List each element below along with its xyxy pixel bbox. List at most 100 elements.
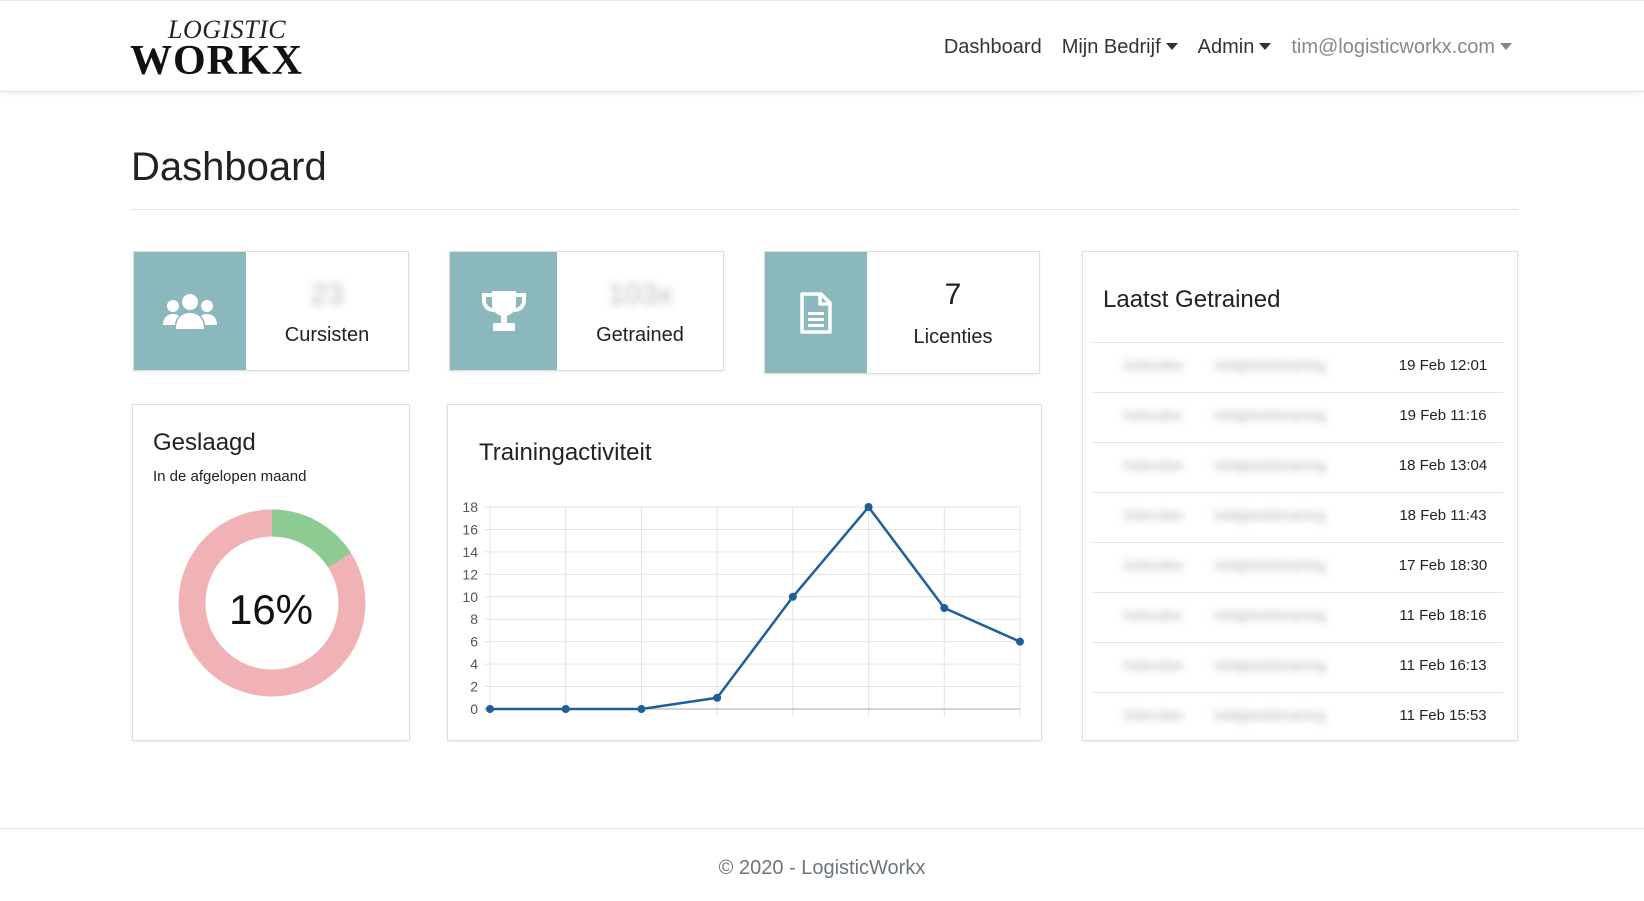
y-tick-label: 8 xyxy=(470,611,478,627)
course-name-cell: Veiligheidstraining xyxy=(1213,557,1326,573)
table-row[interactable]: Gebruiker Veiligheidstraining 11 Feb 18:16 xyxy=(1093,592,1503,642)
footer-copyright: © 2020 - LogisticWorkx xyxy=(718,857,926,879)
row-divider xyxy=(1093,342,1503,343)
stat-icon-box xyxy=(450,252,557,370)
nav-company-dropdown[interactable]: Mijn Bedrijf xyxy=(1062,36,1178,59)
row-divider xyxy=(1093,642,1503,643)
y-tick-label: 0 xyxy=(470,701,478,717)
main-nav: Dashboard Mijn Bedrijf Admin tim@logisti… xyxy=(944,36,1512,59)
table-row[interactable]: Gebruiker Veiligheidstraining 18 Feb 13:04 xyxy=(1093,442,1503,492)
data-point xyxy=(713,693,722,702)
y-tick-label: 6 xyxy=(470,634,478,650)
data-point xyxy=(561,705,570,713)
table-row[interactable]: Gebruiker Veiligheidstraining 17 Feb 18:30 xyxy=(1093,542,1503,592)
y-tick-label: 10 xyxy=(462,589,478,605)
passed-panel: Geslaagd In de afgelopen maand 16% xyxy=(132,404,410,741)
row-divider xyxy=(1093,542,1503,543)
top-navbar: LOGISTIC WORKX Dashboard Mijn Bedrijf Ad… xyxy=(0,0,1644,92)
nav-user-dropdown[interactable]: tim@logisticworkx.com xyxy=(1291,36,1512,59)
document-icon xyxy=(800,291,832,334)
y-tick-label: 12 xyxy=(462,566,478,582)
y-tick-label: 14 xyxy=(462,544,478,560)
trainee-name-cell: Gebruiker xyxy=(1123,457,1183,473)
date-cell: 18 Feb 13:04 xyxy=(1398,457,1488,474)
recent-panel: Laatst Getrained Gebruiker Veiligheidstra… xyxy=(1082,251,1518,741)
date-cell: 19 Feb 12:01 xyxy=(1398,357,1488,374)
stat-card-trainees[interactable]: 23 Cursisten xyxy=(133,251,409,371)
row-divider xyxy=(1093,442,1503,443)
row-divider xyxy=(1093,492,1503,493)
data-point xyxy=(1016,637,1024,646)
nav-admin-label: Admin xyxy=(1197,36,1255,58)
stat-label: Getrained xyxy=(596,324,684,346)
nav-user-label: tim@logisticworkx.com xyxy=(1291,36,1495,58)
y-tick-label: 4 xyxy=(470,656,478,672)
row-divider xyxy=(1093,692,1503,693)
stat-icon-box xyxy=(134,252,246,370)
date-cell: 17 Feb 18:30 xyxy=(1398,557,1488,574)
title-divider xyxy=(131,209,1518,210)
trainee-name-cell: Gebruiker xyxy=(1123,557,1183,573)
course-name-cell: Veiligheidstraining xyxy=(1213,457,1326,473)
passed-subtitle: In de afgelopen maand xyxy=(153,468,307,485)
data-point xyxy=(788,592,797,601)
data-point xyxy=(864,503,873,511)
footer-divider xyxy=(0,828,1644,829)
stat-value: 103x xyxy=(607,278,673,311)
y-tick-label: 18 xyxy=(462,499,478,515)
users-icon xyxy=(163,294,217,329)
chevron-down-icon xyxy=(1165,43,1178,50)
date-cell: 11 Feb 16:13 xyxy=(1399,657,1487,674)
nav-company-label: Mijn Bedrijf xyxy=(1061,36,1161,58)
trainee-name-cell: Gebruiker xyxy=(1123,507,1183,523)
table-row[interactable]: Gebruiker Veiligheidstraining 19 Feb 12:01 xyxy=(1093,342,1503,392)
page-title: Dashboard xyxy=(131,145,327,189)
trainee-name-cell: Gebruiker xyxy=(1123,407,1183,423)
table-row[interactable]: Gebruiker Veiligheidstraining 11 Feb 15:53 xyxy=(1093,692,1503,742)
row-divider xyxy=(1093,392,1503,393)
stat-body: 23 Cursisten xyxy=(246,252,408,370)
logo-main-text: WORKX xyxy=(130,38,303,84)
table-row[interactable]: Gebruiker Veiligheidstraining 19 Feb 11:16 xyxy=(1093,392,1503,442)
stat-value: 23 xyxy=(310,278,344,311)
date-cell: 11 Feb 18:16 xyxy=(1399,607,1487,624)
course-name-cell: Veiligheidstraining xyxy=(1213,507,1326,523)
date-cell: 11 Feb 15:53 xyxy=(1399,707,1487,724)
stat-body: 103x Getrained xyxy=(557,252,723,370)
data-point xyxy=(940,604,949,612)
chevron-down-icon xyxy=(1500,43,1512,50)
y-tick-label: 2 xyxy=(470,679,478,695)
stat-card-licenses[interactable]: 7 Licenties xyxy=(764,251,1040,374)
stat-label: Licenties xyxy=(913,326,993,348)
trainee-name-cell: Gebruiker xyxy=(1123,607,1183,623)
y-tick-label: 16 xyxy=(462,521,478,537)
chevron-down-icon xyxy=(1259,43,1272,50)
stat-value: 7 xyxy=(944,278,962,311)
data-point xyxy=(637,705,646,713)
trainee-name-cell: Gebruiker xyxy=(1123,707,1183,723)
logo[interactable]: LOGISTIC WORKX xyxy=(130,15,302,84)
date-cell: 19 Feb 11:16 xyxy=(1399,407,1487,424)
passed-percent: 16% xyxy=(228,586,314,633)
table-row[interactable]: Gebruiker Veiligheidstraining 18 Feb 11:43 xyxy=(1093,492,1503,542)
trophy-icon xyxy=(481,291,526,331)
data-point xyxy=(486,705,494,713)
trainee-name-cell: Gebruiker xyxy=(1123,657,1183,673)
nav-admin-dropdown[interactable]: Admin xyxy=(1198,36,1272,59)
row-divider xyxy=(1093,592,1503,593)
course-name-cell: Veiligheidstraining xyxy=(1213,407,1326,423)
table-row[interactable]: Gebruiker Veiligheidstraining 11 Feb 16:13 xyxy=(1093,642,1503,692)
date-cell: 18 Feb 11:43 xyxy=(1399,507,1487,524)
course-name-cell: Veiligheidstraining xyxy=(1213,657,1326,673)
recent-title: Laatst Getrained xyxy=(1103,286,1281,313)
trainee-name-cell: Gebruiker xyxy=(1123,357,1183,373)
stat-icon-box xyxy=(765,252,867,373)
course-name-cell: Veiligheidstraining xyxy=(1213,707,1326,723)
stat-label: Cursisten xyxy=(284,324,370,346)
stat-body: 7 Licenties xyxy=(867,252,1039,373)
activity-title: Trainingactiviteit xyxy=(479,439,652,466)
course-name-cell: Veiligheidstraining xyxy=(1213,607,1326,623)
stat-card-trained[interactable]: 103x Getrained xyxy=(449,251,724,371)
nav-dashboard[interactable]: Dashboard xyxy=(944,36,1042,59)
activity-panel: Trainingactiviteit 0 2 4 6 8 10 12 14 16 18 xyxy=(447,404,1042,741)
